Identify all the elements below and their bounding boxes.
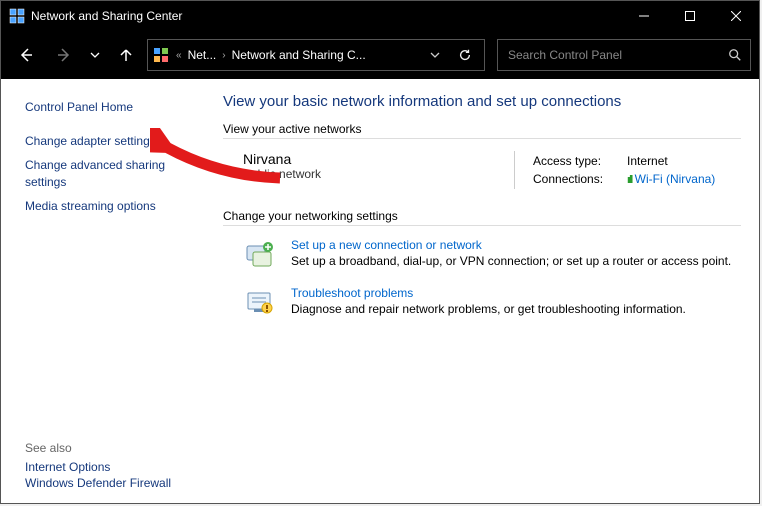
network-name: Nirvana	[243, 151, 498, 167]
troubleshoot-item: Troubleshoot problems Diagnose and repai…	[243, 286, 741, 320]
setup-connection-icon	[243, 238, 277, 272]
troubleshoot-desc: Diagnose and repair network problems, or…	[291, 302, 686, 316]
setup-connection-item: Set up a new connection or network Set u…	[243, 238, 741, 272]
main-panel: View your basic network information and …	[205, 79, 759, 503]
toolbar: « Net... › Network and Sharing C...	[1, 31, 759, 79]
active-network-block: Nirvana Public network Access type: Inte…	[243, 151, 741, 189]
breadcrumb-icon	[152, 46, 170, 64]
troubleshoot-link[interactable]: Troubleshoot problems	[291, 286, 686, 300]
wifi-connection-link[interactable]: Wi-Fi (Nirvana)	[635, 172, 716, 186]
body: Control Panel Home Change adapter settin…	[1, 79, 759, 503]
change-adapter-settings-link[interactable]: Change adapter settings	[25, 133, 193, 149]
setup-connection-link[interactable]: Set up a new connection or network	[291, 238, 731, 252]
control-panel-home-link[interactable]: Control Panel Home	[25, 99, 193, 115]
troubleshoot-icon	[243, 286, 277, 320]
windows-defender-firewall-link[interactable]: Windows Defender Firewall	[25, 476, 171, 490]
internet-options-link[interactable]: Internet Options	[25, 460, 110, 474]
setup-connection-desc: Set up a broadband, dial-up, or VPN conn…	[291, 254, 731, 268]
access-type-label: Access type:	[533, 153, 607, 169]
network-info-left: Nirvana Public network	[243, 151, 498, 189]
change-advanced-sharing-link[interactable]: Change advanced sharing settings	[25, 157, 193, 189]
page-heading: View your basic network information and …	[223, 93, 741, 110]
search-input[interactable]	[506, 47, 722, 63]
back-button[interactable]	[9, 39, 43, 71]
connections-label: Connections:	[533, 171, 607, 187]
up-button[interactable]	[109, 39, 143, 71]
network-type: Public network	[243, 167, 498, 181]
close-button[interactable]	[713, 1, 759, 31]
search-box[interactable]	[497, 39, 751, 71]
see-also-section: See also Internet Options Windows Defend…	[25, 441, 193, 491]
app-icon	[9, 8, 25, 24]
refresh-button[interactable]	[450, 48, 480, 62]
network-info-right: Access type: Internet Connections: ııll …	[531, 151, 741, 189]
minimize-button[interactable]	[621, 1, 667, 31]
titlebar: Network and Sharing Center	[1, 1, 759, 31]
see-also-label: See also	[25, 441, 193, 455]
active-networks-label: View your active networks	[223, 122, 741, 136]
breadcrumb[interactable]: « Net... › Network and Sharing C...	[147, 39, 485, 71]
window-title: Network and Sharing Center	[31, 9, 621, 23]
forward-button[interactable]	[47, 39, 81, 71]
maximize-button[interactable]	[667, 1, 713, 31]
access-type-value: Internet	[609, 153, 719, 169]
chevron-right-icon: ›	[220, 50, 227, 61]
media-streaming-link[interactable]: Media streaming options	[25, 198, 193, 214]
sidebar: Control Panel Home Change adapter settin…	[1, 79, 205, 503]
breadcrumb-dropdown[interactable]	[424, 50, 446, 60]
divider-2	[223, 225, 741, 226]
wifi-signal-icon: ııll	[627, 174, 631, 186]
window-frame: Network and Sharing Center	[0, 0, 760, 504]
recent-dropdown[interactable]	[85, 39, 105, 71]
change-settings-label: Change your networking settings	[223, 209, 741, 223]
divider	[223, 138, 741, 139]
breadcrumb-item-1[interactable]: Net...	[188, 48, 217, 62]
breadcrumb-prefix: «	[174, 50, 184, 61]
breadcrumb-item-2[interactable]: Network and Sharing C...	[232, 48, 366, 62]
search-icon[interactable]	[722, 48, 742, 62]
vertical-divider	[514, 151, 515, 189]
